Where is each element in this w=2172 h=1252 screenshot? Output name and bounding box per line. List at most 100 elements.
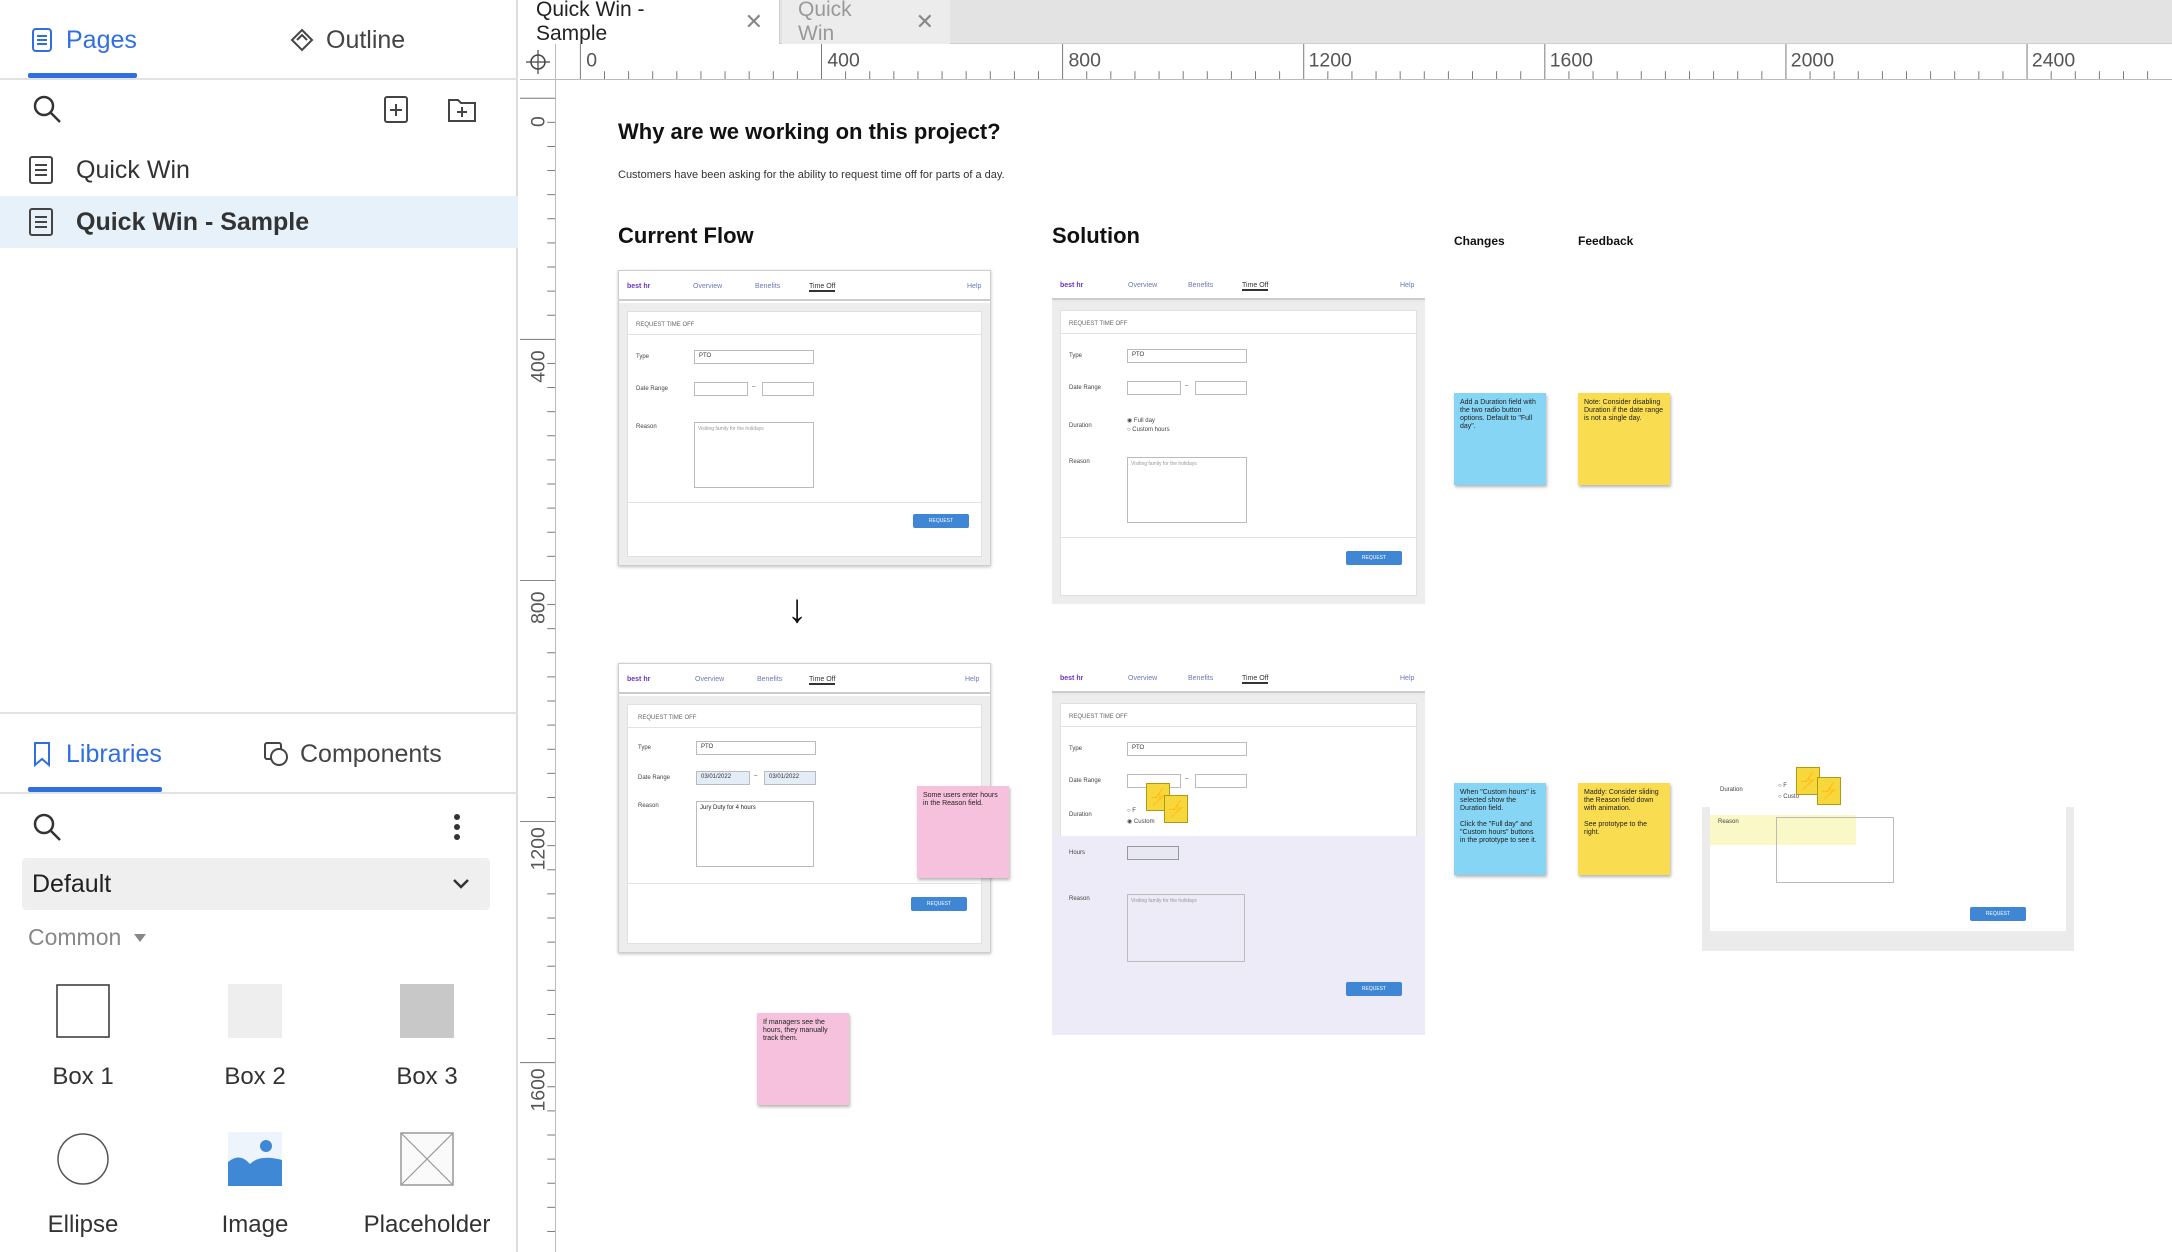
mock-label: Type — [1069, 746, 1083, 752]
library-item-box-2[interactable]: Box 2 — [180, 984, 330, 1091]
library-item-label: Box 1 — [52, 1063, 114, 1090]
library-item-image[interactable]: Image — [180, 1132, 330, 1239]
page-item-quick-win[interactable]: Quick Win — [0, 144, 518, 196]
library-item-label: Ellipse — [47, 1211, 119, 1238]
tab-libraries[interactable]: Libraries — [28, 714, 162, 794]
search-icon[interactable] — [32, 94, 62, 124]
search-icon[interactable] — [32, 812, 62, 842]
mockup-current-flow-1[interactable]: best hr Overview Benefits Time Off Help … — [618, 270, 991, 566]
mock-label: Date Range — [1069, 385, 1102, 391]
feedback-heading: Feedback — [1578, 234, 1634, 248]
mockup-solution-2[interactable]: best hr Overview Benefits Time Off Help … — [1052, 663, 1425, 1035]
sticky-note[interactable]: When "Custom hours" is selected show the… — [1454, 783, 1546, 875]
mock-nav-item: Benefits — [1188, 675, 1214, 682]
chevron-down-icon — [453, 879, 469, 889]
page-icon — [29, 156, 53, 184]
add-folder-icon[interactable] — [446, 94, 478, 124]
mockup-solution-1[interactable]: best hr Overview Benefits Time Off Help … — [1052, 270, 1425, 604]
mock-radio-custom-hours: ○ Custom hours — [1127, 427, 1170, 433]
mock-label: Reason — [1069, 459, 1090, 465]
sticky-note[interactable]: Note: Consider disabling Duration if the… — [1578, 393, 1670, 485]
mock-nav-item: Time Off — [809, 676, 836, 685]
pages-toolbar — [0, 82, 518, 144]
ruler-label: 1600 — [527, 1068, 549, 1111]
mock-label: Duration — [1069, 423, 1092, 429]
add-page-icon[interactable] — [382, 94, 410, 124]
library-tabs: Libraries Components — [0, 712, 518, 794]
ruler-label: 400 — [527, 350, 549, 383]
mock-nav-item: Overview — [1128, 282, 1158, 289]
tab-components-label: Components — [300, 739, 442, 768]
mock-date-to — [1195, 774, 1247, 788]
mock-label: Date Range — [636, 386, 669, 392]
mock-textarea: Jury Duty for 4 hours — [696, 801, 814, 867]
library-select[interactable]: Default — [22, 858, 490, 910]
ruler-label: 800 — [1068, 49, 1101, 71]
interaction-bolt-icon[interactable]: ⚡ — [1164, 795, 1188, 823]
tab-outline[interactable]: Outline — [288, 0, 405, 80]
mock-heading: REQUEST TIME OFF — [1069, 321, 1128, 327]
sticky-note[interactable]: Maddy: Consider sliding the Reason field… — [1578, 783, 1670, 875]
page-item-label: Quick Win - Sample — [76, 207, 310, 236]
library-item-box-3[interactable]: Box 3 — [352, 984, 502, 1091]
mock-nav-item: Time Off — [1242, 282, 1269, 291]
horizontal-ruler[interactable]: 0 400 800 1200 1600 2000 2400 — [556, 44, 2172, 80]
doc-tab-quick-win-sample[interactable]: Quick Win - Sample ✕ — [520, 0, 780, 45]
more-options-icon[interactable] — [452, 812, 462, 842]
solution-heading: Solution — [1052, 223, 1140, 248]
prototype-fragment[interactable]: Reason REQUEST — [1702, 807, 2074, 951]
ruler-label: 0 — [586, 49, 597, 71]
mock-nav: best hr Overview Benefits Time Off Help — [1052, 270, 1425, 300]
mock-request-button: REQUEST — [1346, 551, 1402, 565]
ruler-label: 1200 — [1309, 49, 1352, 71]
components-icon — [264, 742, 288, 766]
mock-request-button: REQUEST — [913, 514, 969, 528]
mock-select: PTO — [694, 350, 814, 364]
mock-dash: – — [1185, 383, 1189, 389]
mock-dash: – — [754, 773, 758, 779]
radio-label: Full day — [1133, 418, 1155, 424]
doc-tab-quick-win[interactable]: Quick Win ✕ — [782, 0, 950, 45]
tab-components[interactable]: Components — [262, 714, 442, 794]
mock-nav-item: Help — [965, 676, 980, 683]
library-item-ellipse[interactable]: Ellipse — [8, 1132, 158, 1239]
mock-label: Date Range — [1069, 778, 1102, 784]
close-icon[interactable]: ✕ — [745, 9, 763, 35]
tab-outline-label: Outline — [326, 25, 406, 54]
mock-card: REQUEST TIME OFF Type PTO Date Range – R… — [627, 311, 982, 557]
sticky-note[interactable]: Some users enter hours in the Reason fie… — [917, 786, 1009, 878]
mock-label: Type — [638, 745, 652, 751]
mock-nav-item: Benefits — [757, 676, 783, 683]
sidebar: Pages Outline Quick Win Quick Win - Samp… — [0, 0, 518, 1252]
page-item-quick-win-sample[interactable]: Quick Win - Sample — [0, 196, 518, 248]
sticky-text: When "Custom hours" is selected show the… — [1460, 789, 1536, 812]
prototype-textarea — [1776, 817, 1894, 883]
mock-label: Date Range — [638, 775, 671, 781]
prototype-label: Duration — [1720, 787, 1743, 793]
mock-body: REQUEST TIME OFF Type PTO Date Range – D… — [1052, 695, 1425, 1035]
active-tab-indicator — [28, 73, 137, 78]
tab-pages[interactable]: Pages — [28, 0, 137, 80]
mock-nav-item: Overview — [693, 283, 723, 290]
ruler-label: 1600 — [1550, 49, 1593, 71]
canvas-title: Why are we working on this project? — [618, 119, 1001, 144]
divider — [628, 502, 981, 503]
close-icon[interactable]: ✕ — [916, 9, 934, 35]
mock-nav-item: Benefits — [755, 283, 781, 290]
library-item-label: Box 3 — [396, 1063, 458, 1090]
sticky-note[interactable]: If managers see the hours, they manually… — [757, 1013, 849, 1105]
mock-nav-item: Help — [1400, 675, 1415, 682]
mock-select: PTO — [1127, 742, 1247, 756]
sticky-note[interactable]: Add a Duration field with the two radio … — [1454, 393, 1546, 485]
mock-label: Type — [1069, 353, 1083, 359]
doc-tab-label: Quick Win - Sample — [536, 0, 645, 45]
design-canvas[interactable]: Why are we working on this project? Cust… — [557, 81, 2172, 1252]
library-item-box-1[interactable]: Box 1 — [8, 984, 158, 1091]
vertical-ruler[interactable]: 0 400 800 1200 1600 — [520, 80, 556, 1252]
library-section-toggle[interactable]: Common — [28, 924, 147, 951]
mock-label: Type — [636, 354, 650, 360]
interaction-bolt-icon[interactable]: ⚡ — [1817, 777, 1841, 805]
ruler-corner[interactable] — [520, 44, 556, 80]
library-item-placeholder[interactable]: Placeholder — [352, 1132, 502, 1239]
mock-nav: best hr Overview Benefits Time Off Help — [1052, 663, 1425, 693]
